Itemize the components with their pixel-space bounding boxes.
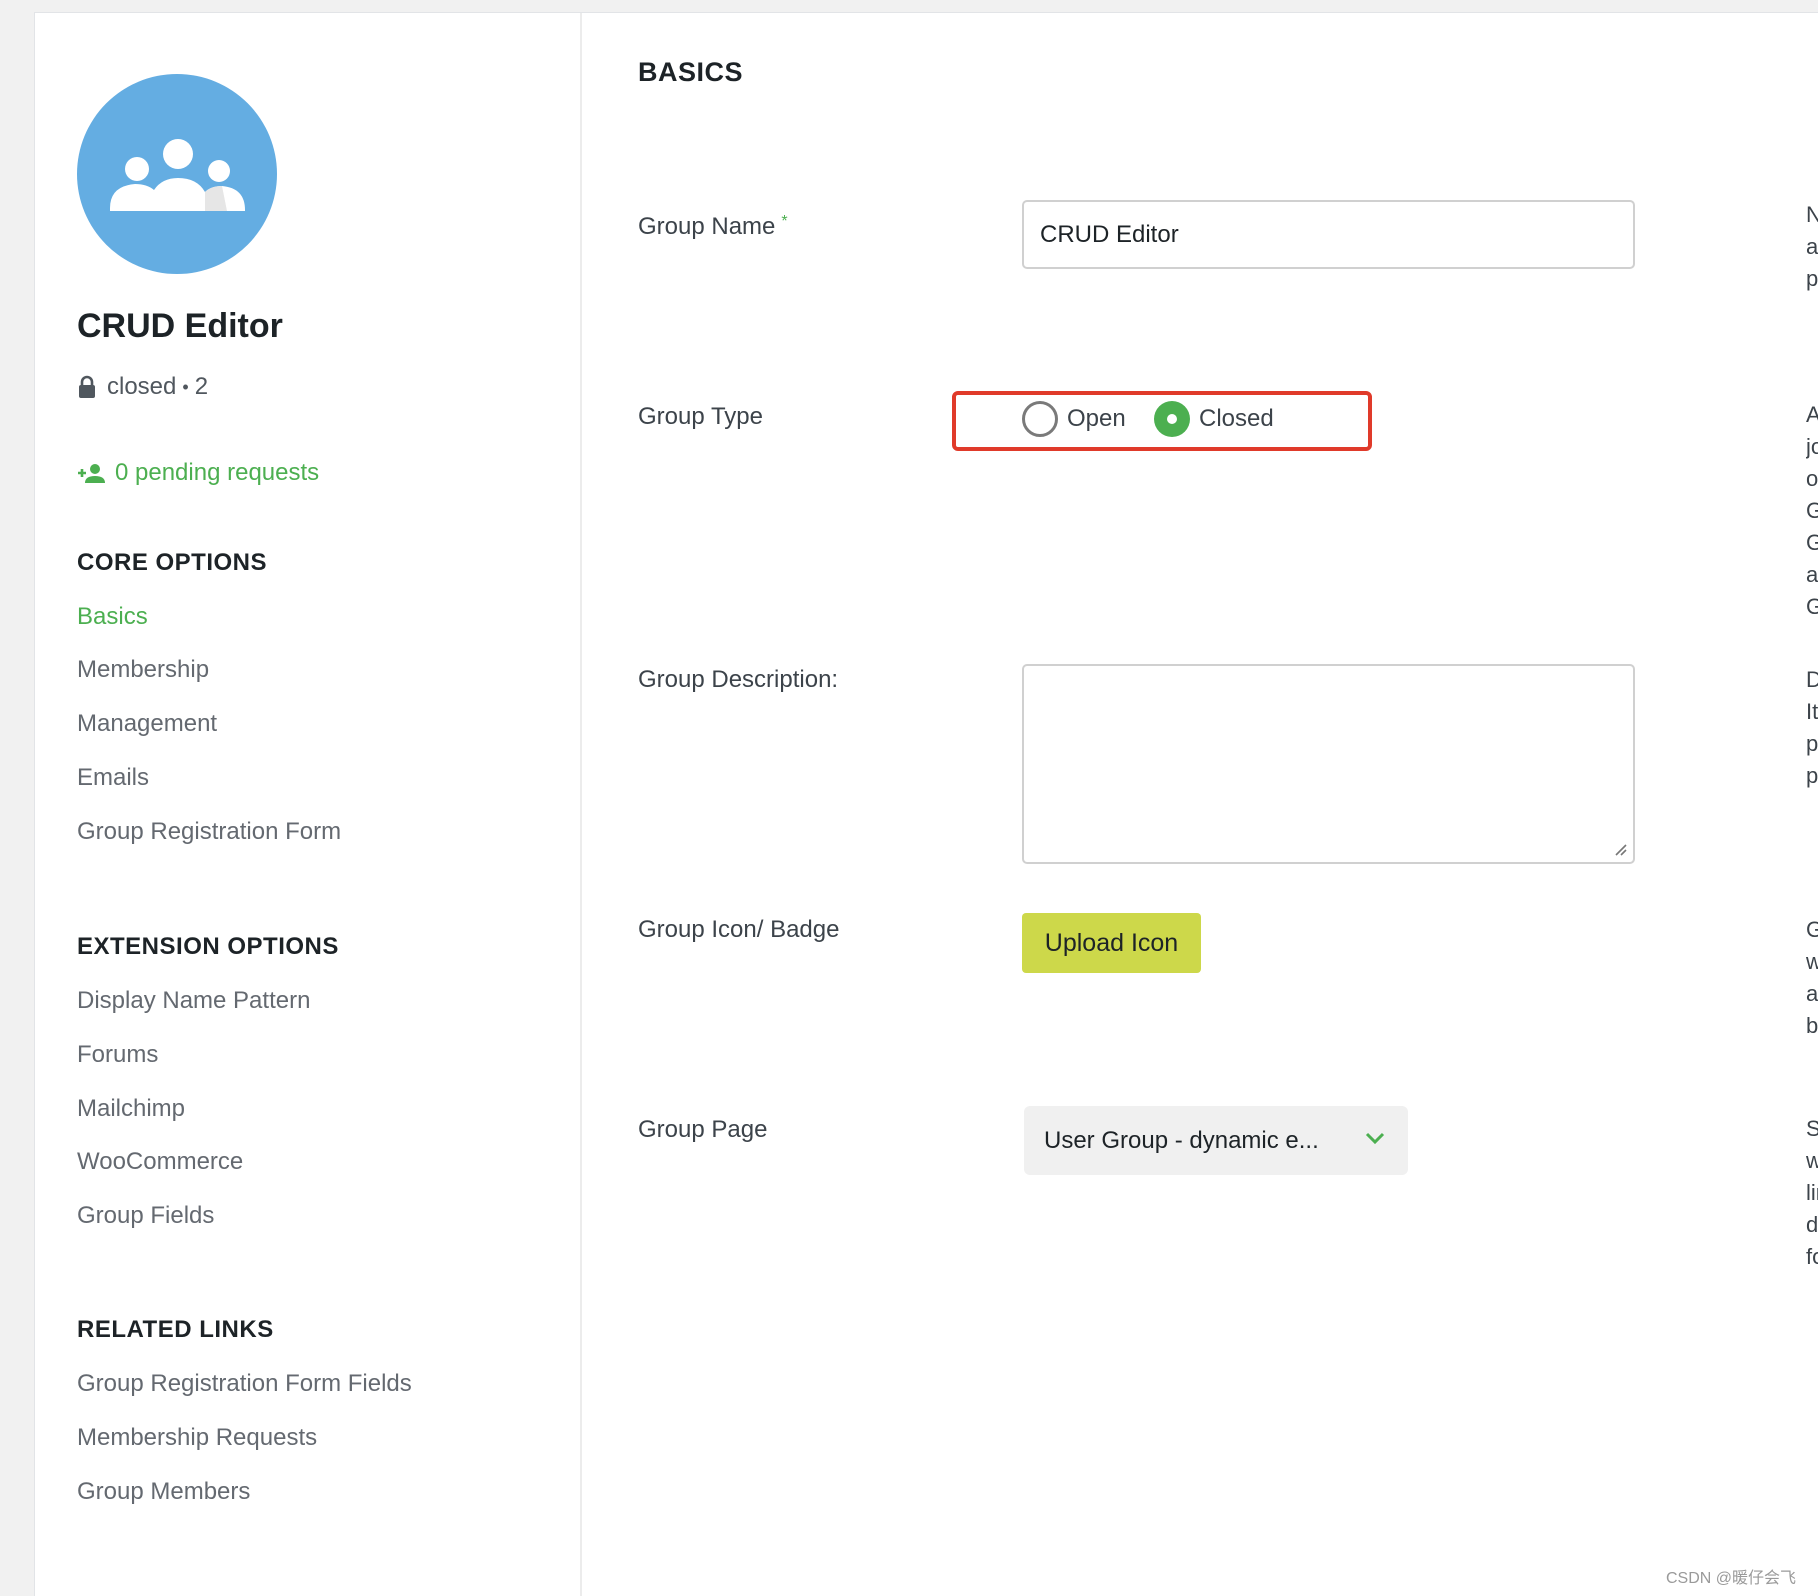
help-line: Gr	[1806, 917, 1818, 942]
separator-dot: •	[182, 376, 189, 397]
help-line: lin	[1806, 1180, 1818, 1205]
radio-open-label: Open	[1067, 405, 1126, 432]
help-line: be	[1806, 1013, 1818, 1038]
help-line: joi	[1806, 434, 1818, 459]
help-line: dis	[1806, 1212, 1818, 1237]
help-line: An	[1806, 402, 1818, 427]
nav-item-display-name-pattern[interactable]: Display Name Pattern	[77, 987, 310, 1015]
status-text: closed	[107, 373, 177, 400]
group-status: closed • 2	[77, 373, 208, 401]
group-page-label: Group Page	[638, 1116, 768, 1143]
nav-item-mailchimp[interactable]: Mailchimp	[77, 1095, 185, 1123]
main-panel: BASICS Group Name * Group Type Open Close…	[582, 13, 1818, 1596]
group-page-value: User Group - dynamic e...	[1044, 1126, 1319, 1154]
radio-closed-label: Closed	[1199, 405, 1274, 432]
group-page-select[interactable]: User Group - dynamic e...	[1024, 1106, 1408, 1175]
related-links-heading: RELATED LINKS	[77, 1316, 274, 1343]
help-line: Gr	[1806, 594, 1818, 619]
help-line: wh	[1806, 1148, 1818, 1173]
help-line: pa	[1806, 731, 1818, 756]
group-avatar	[77, 74, 277, 274]
help-line: an	[1806, 981, 1818, 1006]
link-membership-requests[interactable]: Membership Requests	[77, 1424, 317, 1452]
nav-item-membership[interactable]: Membership	[77, 656, 209, 684]
group-title: CRUD Editor	[77, 307, 283, 345]
chevron-down-icon	[1365, 1132, 1385, 1145]
nav-item-management[interactable]: Management	[77, 710, 217, 738]
help-line: Gr	[1806, 530, 1818, 555]
radio-open[interactable]: Open	[1022, 401, 1126, 437]
group-description-label: Group Description:	[638, 666, 839, 693]
nav-item-woocommerce[interactable]: WooCommerce	[77, 1148, 243, 1176]
help-line: pa	[1806, 266, 1818, 291]
group-description-textarea[interactable]	[1022, 664, 1635, 864]
nav-item-basics[interactable]: Basics	[77, 603, 148, 631]
help-line: Se	[1806, 1116, 1818, 1141]
help-text-group-name: Na ap pa	[1806, 199, 1818, 295]
extension-options-heading: EXTENSION OPTIONS	[77, 933, 339, 960]
help-line: De	[1806, 667, 1818, 692]
help-line: Na	[1806, 202, 1818, 227]
group-name-label: Group Name *	[638, 213, 788, 241]
nav-item-group-registration-form[interactable]: Group Registration Form	[77, 818, 341, 846]
help-text-group-page: Se wh lin dis fo	[1806, 1113, 1818, 1273]
help-text-group-type: An joi or Gr Gr ap Gr	[1806, 399, 1818, 623]
help-text-group-description: De It w pa pa	[1806, 664, 1818, 792]
group-icon	[110, 139, 245, 211]
group-name-label-text: Group Name	[638, 213, 776, 240]
required-mark: *	[781, 213, 788, 230]
help-line: It w	[1806, 699, 1818, 724]
sidebar: CRUD Editor closed • 2 0 pending request…	[35, 13, 582, 1596]
help-line: fo	[1806, 1244, 1818, 1269]
nav-item-forums[interactable]: Forums	[77, 1041, 158, 1069]
help-line: wil	[1806, 949, 1818, 974]
link-group-registration-form-fields[interactable]: Group Registration Form Fields	[77, 1370, 412, 1398]
link-group-members[interactable]: Group Members	[77, 1478, 250, 1506]
add-user-icon	[78, 464, 105, 483]
resize-handle-icon[interactable]	[1613, 842, 1627, 856]
core-options-heading: CORE OPTIONS	[77, 549, 268, 576]
help-line: Gr	[1806, 498, 1818, 523]
group-type-highlight: Open Closed	[952, 391, 1372, 451]
nav-item-group-fields[interactable]: Group Fields	[77, 1202, 214, 1230]
help-line: pa	[1806, 763, 1818, 788]
radio-closed-circle[interactable]	[1154, 401, 1190, 437]
group-icon-label: Group Icon/ Badge	[638, 916, 840, 943]
pending-requests-link[interactable]: 0 pending requests	[77, 459, 319, 487]
help-line: ap	[1806, 562, 1818, 587]
group-name-input[interactable]	[1022, 200, 1635, 269]
radio-closed[interactable]: Closed	[1154, 401, 1274, 437]
help-line: or	[1806, 466, 1818, 491]
nav-item-emails[interactable]: Emails	[77, 764, 149, 792]
pending-requests-label: 0 pending requests	[115, 459, 320, 486]
watermark: CSDN @暖仔会飞	[1665, 1570, 1796, 1587]
help-line: ap	[1806, 234, 1818, 259]
group-type-label: Group Type	[638, 403, 763, 430]
member-count: 2	[194, 373, 209, 400]
lock-icon	[79, 375, 95, 398]
help-text-group-icon: Gr wil an be	[1806, 914, 1818, 1042]
page-frame: CRUD Editor closed • 2 0 pending request…	[34, 12, 1818, 1596]
upload-icon-button[interactable]: Upload Icon	[1022, 913, 1201, 973]
page-title: BASICS	[638, 57, 744, 87]
radio-open-circle[interactable]	[1022, 401, 1058, 437]
